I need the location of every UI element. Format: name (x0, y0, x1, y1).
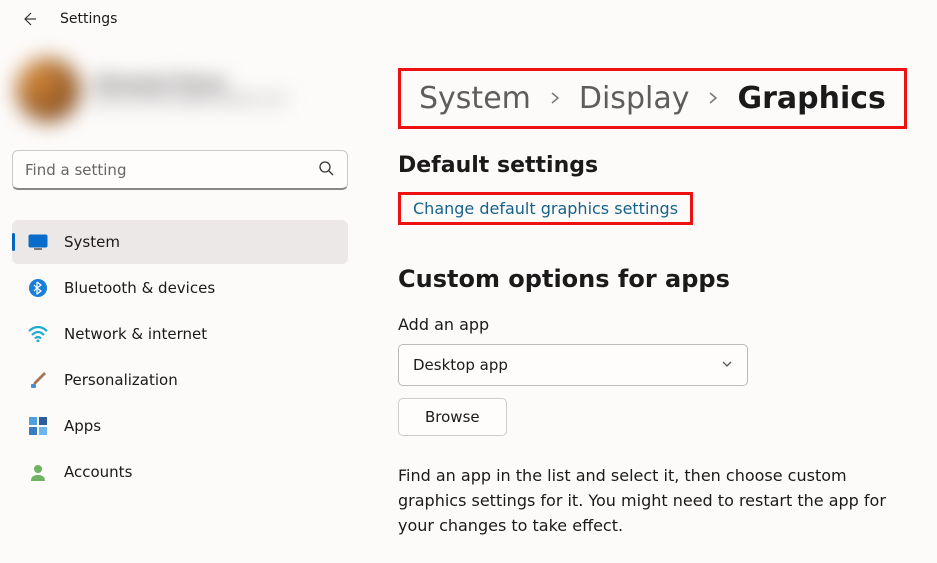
avatar (16, 58, 80, 122)
sidebar-item-label: Bluetooth & devices (64, 279, 215, 297)
sidebar-item-label: System (64, 233, 120, 251)
apps-icon (28, 416, 48, 436)
wifi-icon (28, 324, 48, 344)
sidebar-item-label: Network & internet (64, 325, 207, 343)
bluetooth-icon (28, 278, 48, 298)
sidebar-item-label: Accounts (64, 463, 132, 481)
change-default-graphics-link[interactable]: Change default graphics settings (413, 199, 678, 218)
add-app-label: Add an app (398, 315, 925, 334)
breadcrumb-display[interactable]: Display (579, 81, 690, 116)
app-type-dropdown[interactable]: Desktop app (398, 344, 748, 386)
sidebar-item-system[interactable]: System (12, 220, 348, 264)
search-input[interactable] (12, 150, 348, 190)
sidebar-item-apps[interactable]: Apps (12, 404, 348, 448)
custom-options-title: Custom options for apps (398, 265, 925, 293)
sidebar-item-network[interactable]: Network & internet (12, 312, 348, 356)
breadcrumb-graphics: Graphics (737, 81, 885, 116)
browse-button[interactable]: Browse (398, 398, 507, 436)
app-title: Settings (60, 11, 117, 27)
chevron-down-icon (721, 356, 733, 374)
default-settings-title: Default settings (398, 153, 925, 178)
chevron-right-icon (549, 88, 561, 109)
main-content: System Display Graphics Default settings… (360, 38, 937, 563)
profile-name: Giovanni Flores (94, 74, 286, 92)
back-button[interactable] (20, 10, 38, 28)
search-icon (318, 160, 334, 180)
browse-button-label: Browse (425, 408, 480, 426)
sidebar-item-label: Personalization (64, 371, 178, 389)
sidebar-item-accounts[interactable]: Accounts (12, 450, 348, 494)
profile-email: giovanniflores@example.com (94, 92, 286, 107)
breadcrumb-system[interactable]: System (419, 81, 531, 116)
sidebar-item-personalization[interactable]: Personalization (12, 358, 348, 402)
chevron-right-icon (707, 88, 719, 109)
help-text: Find an app in the list and select it, t… (398, 464, 908, 538)
brush-icon (28, 370, 48, 390)
sidebar: Giovanni Flores giovanniflores@example.c… (0, 38, 360, 563)
breadcrumb: System Display Graphics (398, 68, 907, 129)
profile-block[interactable]: Giovanni Flores giovanniflores@example.c… (12, 54, 348, 126)
dropdown-value: Desktop app (413, 356, 508, 374)
person-icon (28, 462, 48, 482)
sidebar-item-label: Apps (64, 417, 101, 435)
system-icon (28, 232, 48, 252)
sidebar-item-bluetooth[interactable]: Bluetooth & devices (12, 266, 348, 310)
